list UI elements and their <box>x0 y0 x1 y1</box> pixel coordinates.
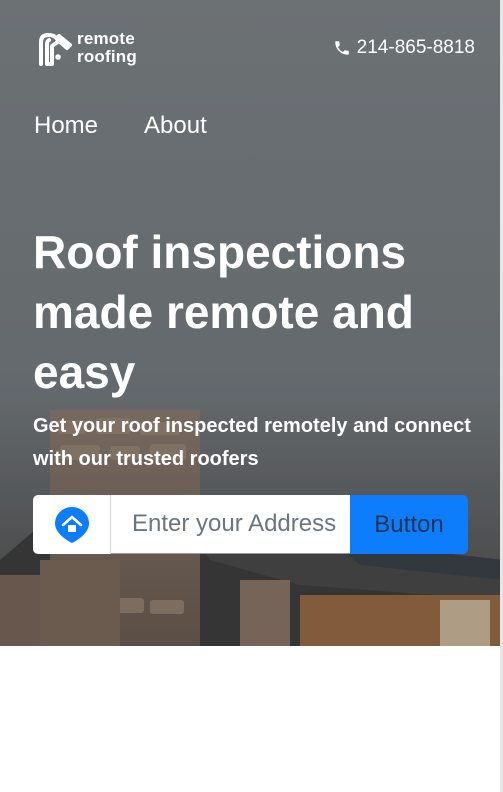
phone-link[interactable]: 214-865-8818 <box>333 37 475 59</box>
nav-about-link[interactable]: About <box>144 112 207 140</box>
logo-line-1: remote <box>77 29 135 48</box>
phone-number: 214-865-8818 <box>356 37 475 58</box>
address-input[interactable] <box>111 495 350 554</box>
logo-house-icon <box>39 33 72 66</box>
nav-home-link[interactable]: Home <box>34 112 98 140</box>
address-search-group: Button <box>33 495 468 554</box>
phone-icon <box>334 41 349 55</box>
main-nav: Home About <box>34 112 253 140</box>
logo-text: remote roofing <box>77 30 137 66</box>
hero-section: remote roofing 214-865-8818 Home About R… <box>0 0 503 646</box>
hero-subhead: Get your roof inspected remotely and con… <box>33 415 471 470</box>
home-pin-icon <box>54 506 89 543</box>
search-icon-box <box>33 495 111 554</box>
logo[interactable]: remote roofing <box>38 30 137 66</box>
search-submit-button[interactable]: Button <box>350 495 468 554</box>
logo-line-2: roofing <box>77 47 137 66</box>
hero-headline: Roof inspections made remote and easy <box>33 226 414 398</box>
